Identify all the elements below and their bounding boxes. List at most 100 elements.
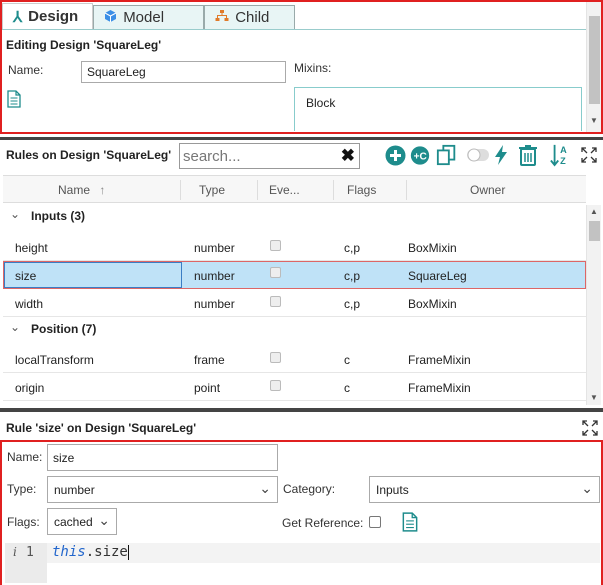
rules-scrollbar[interactable]: ▲ ▼ [586, 205, 601, 405]
info-icon: i [13, 545, 17, 559]
cell-name: width [15, 297, 44, 311]
cell-type: number [194, 297, 235, 311]
search-input[interactable]: search... [183, 148, 241, 165]
type-select-value: number [54, 482, 95, 497]
panel-splitter[interactable] [0, 408, 603, 412]
tab-label: Design [28, 8, 79, 25]
mixin-item[interactable]: Block [306, 96, 335, 110]
get-reference-label: Get Reference: [282, 516, 364, 530]
expand-icon[interactable] [578, 144, 600, 166]
cell-flags: c,p [344, 241, 361, 255]
scroll-thumb[interactable] [589, 16, 600, 104]
group-position[interactable]: ⌄ Position (7) [3, 316, 586, 344]
col-flags[interactable]: Flags [347, 183, 376, 197]
svg-text:A: A [560, 145, 567, 155]
event-checkbox[interactable] [270, 267, 281, 278]
trash-icon[interactable] [517, 144, 539, 166]
design-scrollbar[interactable]: ▼ [586, 2, 601, 132]
svg-text:+C: +C [414, 151, 427, 162]
text-cursor [127, 544, 129, 560]
clear-search-icon[interactable]: ✖ [341, 146, 355, 166]
rule-name-input[interactable]: size [47, 444, 278, 471]
cell-type: number [194, 241, 235, 255]
cell-flags: c,p [344, 297, 361, 311]
col-event[interactable]: Eve... [269, 183, 300, 197]
cell-name: size [15, 269, 37, 283]
cell-name: origin [15, 381, 45, 395]
cell-name: height [15, 241, 48, 255]
cell-flags: c [344, 353, 350, 367]
cell-flags: c,p [344, 269, 361, 283]
col-owner[interactable]: Owner [470, 183, 505, 197]
col-type[interactable]: Type [199, 183, 225, 197]
cell-owner: BoxMixin [408, 297, 457, 311]
category-label: Category: [283, 482, 336, 496]
lightning-icon[interactable] [490, 144, 512, 166]
cell-owner: SquareLeg [408, 269, 467, 283]
code-editor[interactable]: this.size [47, 543, 600, 563]
scroll-up-icon[interactable]: ▲ [590, 207, 598, 216]
flags-label: Flags: [7, 515, 40, 529]
cell-owner: FrameMixin [408, 353, 471, 367]
table-row[interactable]: localTransform frame c FrameMixin [3, 345, 586, 373]
flags-select[interactable]: cached ⌄ [47, 508, 117, 535]
sort-az-icon[interactable]: AZ [550, 144, 572, 167]
flags-select-value: cached [54, 514, 93, 529]
line-number: 1 [26, 545, 34, 560]
tab-design[interactable]: ⅄ Design [2, 3, 94, 29]
table-row[interactable]: width number c,p BoxMixin [3, 289, 586, 317]
tab-child[interactable]: Child [204, 5, 296, 29]
type-label: Type: [7, 482, 37, 496]
event-checkbox[interactable] [270, 296, 281, 307]
category-select[interactable]: Inputs ⌄ [369, 476, 600, 503]
mixins-list[interactable]: Block [294, 87, 582, 131]
add-rule-icon[interactable] [384, 144, 406, 166]
cell-name: localTransform [15, 353, 94, 367]
svg-text:Z: Z [560, 156, 566, 166]
rule-name-label: Name: [7, 450, 43, 464]
col-name[interactable]: Name ↑ [58, 183, 105, 197]
chevron-down-icon: ⌄ [98, 512, 110, 528]
code-gutter: i 1 [5, 543, 47, 583]
group-label: Inputs (3) [31, 209, 85, 223]
add-child-icon[interactable]: +C [409, 144, 431, 166]
name-label: Name: [8, 63, 44, 77]
cube-icon [104, 9, 117, 27]
table-row[interactable]: origin point c FrameMixin [3, 373, 586, 401]
tab-model[interactable]: Model [93, 5, 205, 29]
group-inputs[interactable]: ⌄ Inputs (3) [3, 203, 586, 231]
document-icon[interactable] [402, 512, 418, 535]
design-name-input[interactable]: SquareLeg [81, 61, 286, 83]
toggle-icon[interactable] [466, 144, 490, 166]
get-reference-checkbox[interactable] [369, 516, 381, 528]
table-row-selected[interactable]: size number c,p SquareLeg [3, 261, 586, 289]
category-select-value: Inputs [376, 482, 409, 497]
tab-label: Child [235, 9, 270, 26]
table-row[interactable]: height number c,p BoxMixin [3, 233, 586, 261]
code-line[interactable]: this.size [52, 544, 129, 560]
scroll-thumb[interactable] [589, 221, 600, 241]
scroll-down-icon[interactable]: ▼ [590, 393, 598, 402]
cell-type: frame [194, 353, 225, 367]
cell-owner: FrameMixin [408, 381, 471, 395]
type-select[interactable]: number ⌄ [47, 476, 278, 503]
sort-asc-icon: ↑ [99, 183, 106, 197]
chevron-down-icon[interactable]: ⌄ [10, 207, 20, 221]
document-icon[interactable] [7, 90, 21, 111]
event-checkbox[interactable] [270, 352, 281, 363]
cell-flags: c [344, 381, 350, 395]
event-checkbox[interactable] [270, 240, 281, 251]
tab-underline [2, 29, 586, 30]
copy-icon[interactable] [436, 144, 458, 166]
rule-title: Rule 'size' on Design 'SquareLeg' [6, 421, 197, 435]
rules-title: Rules on Design 'SquareLeg' [6, 148, 172, 162]
code-keyword: this [52, 544, 86, 560]
scroll-down-icon[interactable]: ▼ [590, 116, 598, 125]
tab-bar: ⅄ Design Model Child [2, 3, 296, 29]
tab-label: Model [123, 9, 165, 26]
design-icon: ⅄ [13, 8, 23, 26]
expand-icon[interactable] [582, 420, 598, 439]
event-checkbox[interactable] [270, 380, 281, 391]
rules-search[interactable]: search... ✖ [179, 143, 360, 169]
chevron-down-icon[interactable]: ⌄ [10, 320, 20, 334]
